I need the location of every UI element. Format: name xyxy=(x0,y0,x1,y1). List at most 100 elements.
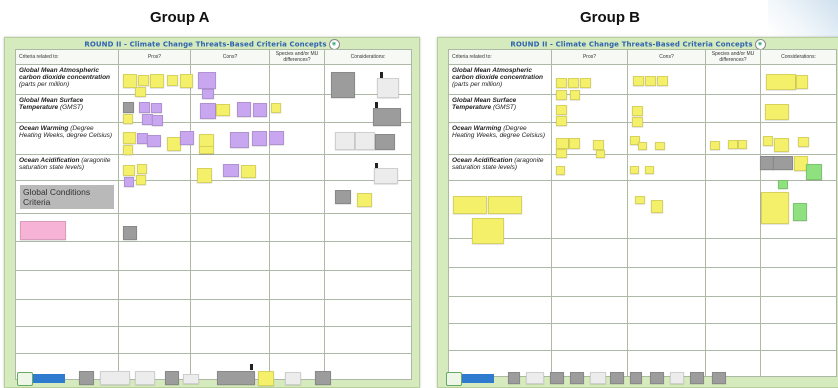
sticky-note xyxy=(357,193,372,207)
sticky-note xyxy=(165,371,179,385)
sticky-note xyxy=(183,374,199,384)
sticky-note xyxy=(638,142,647,150)
sticky-note xyxy=(223,164,239,177)
sticky-note xyxy=(237,102,251,117)
sticky-note xyxy=(632,117,643,127)
logo-badge xyxy=(462,374,494,383)
sticky-note xyxy=(139,102,150,113)
sticky-note xyxy=(556,90,567,100)
sticky-note xyxy=(123,114,133,124)
table-row xyxy=(448,296,837,324)
sticky-note xyxy=(774,138,789,152)
criterion-name: Ocean Acidification xyxy=(19,157,80,164)
sticky-note xyxy=(710,141,720,150)
table-row xyxy=(448,350,837,377)
column-header: Considerations: xyxy=(760,49,837,65)
sticky-note xyxy=(670,372,684,384)
sticky-note xyxy=(123,102,134,113)
sticky-note xyxy=(556,166,565,175)
sticky-note xyxy=(806,164,822,180)
criterion-detail: (parts per million) xyxy=(19,81,70,88)
sticky-note xyxy=(593,140,604,150)
group-b-title: Group B xyxy=(580,9,640,26)
sticky-note xyxy=(728,140,738,149)
sticky-note xyxy=(269,131,284,145)
criterion-name: Global Mean Atmospheric carbon dioxide c… xyxy=(19,67,111,81)
sticky-note xyxy=(488,196,522,214)
sticky-note xyxy=(773,156,793,170)
table-row xyxy=(15,299,412,327)
sticky-note xyxy=(657,76,668,86)
logo-badge xyxy=(33,374,65,383)
sticky-note xyxy=(508,372,520,384)
sticky-note xyxy=(580,78,591,88)
sticky-note xyxy=(123,132,136,144)
sticky-note xyxy=(550,372,564,384)
group-b-board: ROUND II - Climate Change Threats-Based … xyxy=(437,37,838,388)
sticky-note xyxy=(167,75,178,86)
sticky-note xyxy=(230,132,249,148)
sticky-note xyxy=(655,142,665,150)
sticky-note xyxy=(590,372,606,384)
criterion-label: Global Mean Surface Temperature (GMST) xyxy=(16,95,118,113)
table-row xyxy=(15,326,412,354)
sticky-note xyxy=(650,372,664,384)
sticky-note xyxy=(123,74,137,88)
criterion-label: Global Mean Atmospheric carbon dioxide c… xyxy=(449,65,551,90)
criterion-name: Global Mean Atmospheric carbon dioxide c… xyxy=(452,67,544,81)
sticky-note xyxy=(331,72,355,98)
sticky-note xyxy=(793,203,807,221)
sticky-note xyxy=(135,371,155,385)
sticky-note xyxy=(760,156,774,170)
group-a-title: Group A xyxy=(150,9,210,26)
criterion-label: Ocean Warming (Degree Heating Weeks, deg… xyxy=(16,123,118,141)
sticky-note xyxy=(610,372,624,384)
criterion-detail: (parts per million) xyxy=(452,81,503,88)
sticky-note xyxy=(124,177,134,187)
sticky-note xyxy=(373,108,401,126)
column-header: Pros? xyxy=(118,49,191,65)
sticky-note xyxy=(335,190,351,204)
sticky-note xyxy=(556,116,567,126)
sticky-note xyxy=(258,371,274,386)
sticky-note xyxy=(630,166,639,174)
sticky-note xyxy=(217,371,255,385)
sticky-note xyxy=(137,164,147,174)
sticky-note xyxy=(315,371,331,385)
global-conditions-label: Global Conditions Criteria xyxy=(20,185,114,209)
logo-icon xyxy=(446,372,462,386)
board-title-text: ROUND II - Climate Change Threats-Based … xyxy=(84,40,327,49)
table-row xyxy=(448,323,837,351)
sticky-note xyxy=(570,90,580,100)
criterion-name: Ocean Acidification xyxy=(452,157,513,164)
sticky-note xyxy=(630,372,642,384)
sticky-note xyxy=(778,180,788,189)
sticky-note xyxy=(136,175,146,185)
sticky-note xyxy=(690,372,704,384)
sticky-note xyxy=(645,76,656,86)
column-header: Cons? xyxy=(190,49,270,65)
sticky-note xyxy=(738,140,747,149)
sticky-note xyxy=(651,200,663,213)
sticky-note xyxy=(20,221,66,240)
sticky-note xyxy=(123,145,133,155)
board-title-text: ROUND II - Climate Change Threats-Based … xyxy=(510,40,753,49)
sticky-note xyxy=(568,78,579,88)
pin-icon xyxy=(250,364,253,370)
sticky-note xyxy=(763,136,773,146)
sticky-note xyxy=(147,135,161,147)
column-header: Pros? xyxy=(551,49,628,65)
logo-icon xyxy=(17,372,33,386)
sticky-note xyxy=(123,165,135,176)
sticky-note xyxy=(355,132,375,150)
sticky-note xyxy=(633,76,644,86)
criterion-detail: (GMST) xyxy=(59,104,84,111)
sticky-note xyxy=(556,105,567,115)
sticky-note xyxy=(202,89,214,99)
sticky-note xyxy=(197,168,212,183)
sticky-note xyxy=(152,115,163,126)
sticky-note xyxy=(150,74,164,88)
table-row: Ocean Acidification (aragonite saturatio… xyxy=(15,154,412,181)
sticky-note xyxy=(271,103,281,113)
table-row: Global Conditions Criteria xyxy=(15,180,412,214)
